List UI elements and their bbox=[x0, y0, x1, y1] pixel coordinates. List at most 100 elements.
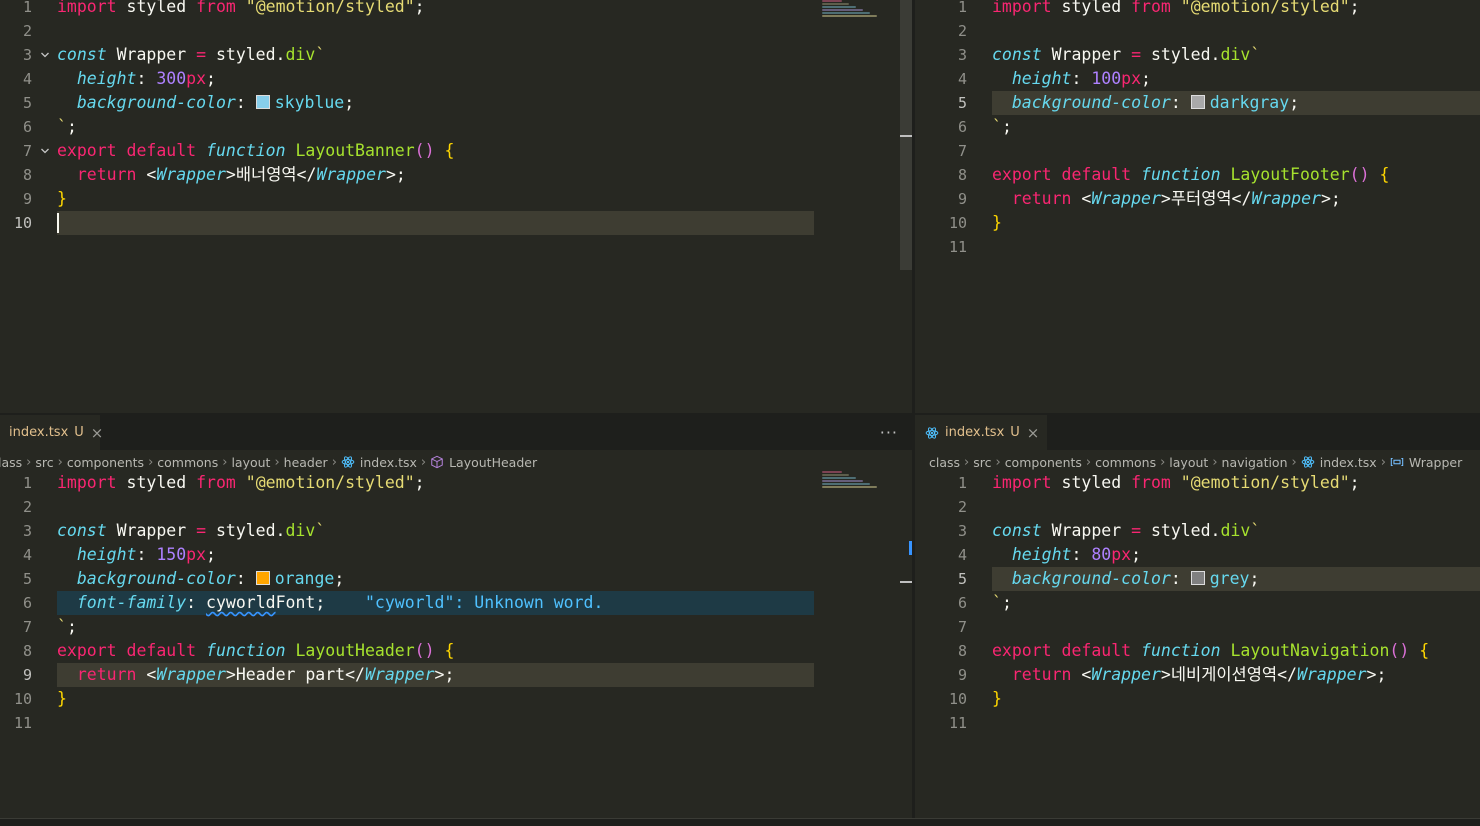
code-text[interactable]: return <Wrapper>Header part</Wrapper>; bbox=[57, 663, 455, 687]
code-line[interactable]: 10} bbox=[915, 687, 1480, 711]
code-text[interactable]: `; bbox=[57, 615, 77, 639]
code-line[interactable]: 2 bbox=[915, 495, 1480, 519]
code-text[interactable]: `; bbox=[992, 115, 1012, 139]
minimap[interactable] bbox=[822, 471, 902, 489]
code-text[interactable]: import styled from "@emotion/styled"; bbox=[992, 471, 1360, 495]
code-line[interactable]: 3 const Wrapper = styled.div` bbox=[915, 43, 1480, 67]
code-token: = bbox=[1131, 521, 1142, 540]
scrollbar-cursor-marker bbox=[900, 581, 912, 583]
code-text[interactable]: } bbox=[992, 687, 1002, 711]
code-line[interactable]: 7 bbox=[915, 139, 1480, 163]
code-text[interactable]: return <Wrapper>배너영역</Wrapper>; bbox=[57, 163, 406, 187]
code-line[interactable]: 7 `; bbox=[0, 615, 912, 639]
code-line[interactable]: 1 import styled from "@emotion/styled"; bbox=[915, 0, 1480, 19]
code-line[interactable]: 6 `; bbox=[915, 115, 1480, 139]
code-line[interactable]: 5 background-color: grey; bbox=[915, 567, 1480, 591]
code-line[interactable]: 1 import styled from "@emotion/styled"; bbox=[0, 0, 912, 19]
code-line[interactable]: 11 bbox=[0, 711, 912, 735]
code-text[interactable]: font-family: cyworldFont; "cyworld": Unk… bbox=[57, 591, 604, 615]
code-line[interactable]: 11 bbox=[915, 711, 1480, 735]
code-line[interactable]: 3 const Wrapper = styled.div` bbox=[0, 43, 912, 67]
color-swatch-icon[interactable] bbox=[1190, 571, 1205, 585]
code-line[interactable]: 3 const Wrapper = styled.div` bbox=[915, 519, 1480, 543]
editor-header[interactable]: index.tsx U × ··· lass › src › components › co… bbox=[0, 415, 912, 818]
code-line[interactable]: 9 return <Wrapper>Header part</Wrapper>; bbox=[0, 663, 912, 687]
code-line[interactable]: 6 `; bbox=[915, 591, 1480, 615]
code-line[interactable]: 10} bbox=[915, 211, 1480, 235]
code-text[interactable]: height: 80px; bbox=[992, 543, 1141, 567]
line-number: 9 bbox=[22, 666, 32, 684]
code-line[interactable]: 1 import styled from "@emotion/styled"; bbox=[0, 471, 912, 495]
color-swatch-icon[interactable] bbox=[255, 95, 270, 109]
code-line[interactable]: 7 bbox=[915, 615, 1480, 639]
code-area[interactable]: 1 import styled from "@emotion/styled"; 2 3… bbox=[0, 0, 912, 413]
code-text[interactable]: export default function LayoutNavigation… bbox=[992, 639, 1429, 663]
code-text[interactable]: const Wrapper = styled.div` bbox=[992, 519, 1260, 543]
code-line[interactable]: 10} bbox=[0, 687, 912, 711]
code-line[interactable]: 6 `; bbox=[0, 115, 912, 139]
code-line[interactable]: 5 background-color: skyblue; bbox=[0, 91, 912, 115]
code-token: "@emotion/styled" bbox=[245, 473, 415, 492]
code-token: div bbox=[1220, 521, 1251, 540]
code-line[interactable]: 7 export default function LayoutBanner() … bbox=[0, 139, 912, 163]
code-text[interactable]: export default function LayoutHeader() { bbox=[57, 639, 454, 663]
code-line[interactable]: 9} bbox=[0, 187, 912, 211]
code-line[interactable]: 8 return <Wrapper>배너영역</Wrapper>; bbox=[0, 163, 912, 187]
code-text[interactable]: import styled from "@emotion/styled"; bbox=[57, 471, 425, 495]
code-text[interactable]: height: 100px; bbox=[992, 67, 1151, 91]
code-text[interactable]: export default function LayoutBanner() { bbox=[57, 139, 454, 163]
color-swatch-icon[interactable] bbox=[1190, 95, 1205, 109]
chevron-down-icon[interactable] bbox=[40, 141, 50, 165]
code-line[interactable]: 2 bbox=[0, 19, 912, 43]
code-line[interactable]: 4 height: 80px; bbox=[915, 543, 1480, 567]
code-token: : bbox=[136, 545, 157, 564]
code-token: Wrapper bbox=[156, 665, 226, 684]
code-text[interactable]: background-color: darkgray; bbox=[992, 91, 1299, 115]
code-line[interactable]: 8 export default function LayoutNavigatio… bbox=[915, 639, 1480, 663]
code-area[interactable]: 1 import styled from "@emotion/styled"; 2 3… bbox=[915, 0, 1480, 413]
code-text[interactable]: `; bbox=[57, 115, 77, 139]
code-text[interactable]: export default function LayoutFooter() { bbox=[992, 163, 1389, 187]
code-text[interactable]: background-color: skyblue; bbox=[57, 91, 354, 115]
code-line[interactable]: 11 bbox=[915, 235, 1480, 259]
code-text[interactable]: } bbox=[57, 687, 67, 711]
code-line[interactable]: 3 const Wrapper = styled.div` bbox=[0, 519, 912, 543]
code-line[interactable]: 5 background-color: orange; bbox=[0, 567, 912, 591]
editor-navigation[interactable]: index.tsx U × class › src › components › commo… bbox=[915, 415, 1480, 818]
code-area[interactable]: 1 import styled from "@emotion/styled"; 2 3… bbox=[915, 415, 1480, 818]
code-text[interactable]: height: 150px; bbox=[57, 543, 216, 567]
code-line[interactable]: 8 export default function LayoutHeader() … bbox=[0, 639, 912, 663]
code-line[interactable]: 2 bbox=[915, 19, 1480, 43]
code-text[interactable]: } bbox=[57, 187, 67, 211]
code-area[interactable]: 1 import styled from "@emotion/styled"; 2 3… bbox=[0, 415, 912, 818]
code-line[interactable]: 9 return <Wrapper>푸터영역</Wrapper>; bbox=[915, 187, 1480, 211]
code-text[interactable]: return <Wrapper>네비게이션영역</Wrapper>; bbox=[992, 663, 1387, 687]
editor-footer[interactable]: 1 import styled from "@emotion/styled"; 2 3… bbox=[915, 0, 1480, 413]
line-number: 6 bbox=[957, 594, 967, 612]
code-line[interactable]: 4 height: 150px; bbox=[0, 543, 912, 567]
code-line[interactable]: 2 bbox=[0, 495, 912, 519]
code-line[interactable]: 10 bbox=[0, 211, 912, 235]
code-text[interactable]: import styled from "@emotion/styled"; bbox=[992, 0, 1360, 19]
code-text[interactable]: const Wrapper = styled.div` bbox=[57, 519, 325, 543]
editor-banner[interactable]: 1 import styled from "@emotion/styled"; 2 3… bbox=[0, 0, 912, 413]
code-line[interactable]: 4 height: 300px; bbox=[0, 67, 912, 91]
code-line[interactable]: 8 export default function LayoutFooter() … bbox=[915, 163, 1480, 187]
code-text[interactable]: import styled from "@emotion/styled"; bbox=[57, 0, 425, 19]
chevron-down-icon[interactable] bbox=[40, 45, 50, 69]
minimap[interactable] bbox=[822, 0, 902, 18]
code-line[interactable]: 6 font-family: cyworldFont; "cyworld": U… bbox=[0, 591, 912, 615]
code-text[interactable]: background-color: orange; bbox=[57, 567, 344, 591]
code-line[interactable]: 1 import styled from "@emotion/styled"; bbox=[915, 471, 1480, 495]
code-text[interactable]: } bbox=[992, 211, 1002, 235]
code-text[interactable]: const Wrapper = styled.div` bbox=[992, 43, 1260, 67]
code-text[interactable]: height: 300px; bbox=[57, 67, 216, 91]
code-line[interactable]: 5 background-color: darkgray; bbox=[915, 91, 1480, 115]
code-text[interactable]: `; bbox=[992, 591, 1012, 615]
code-text[interactable]: return <Wrapper>푸터영역</Wrapper>; bbox=[992, 187, 1341, 211]
code-line[interactable]: 9 return <Wrapper>네비게이션영역</Wrapper>; bbox=[915, 663, 1480, 687]
code-line[interactable]: 4 height: 100px; bbox=[915, 67, 1480, 91]
color-swatch-icon[interactable] bbox=[255, 571, 270, 585]
code-text[interactable]: const Wrapper = styled.div` bbox=[57, 43, 325, 67]
code-text[interactable]: background-color: grey; bbox=[992, 567, 1260, 591]
